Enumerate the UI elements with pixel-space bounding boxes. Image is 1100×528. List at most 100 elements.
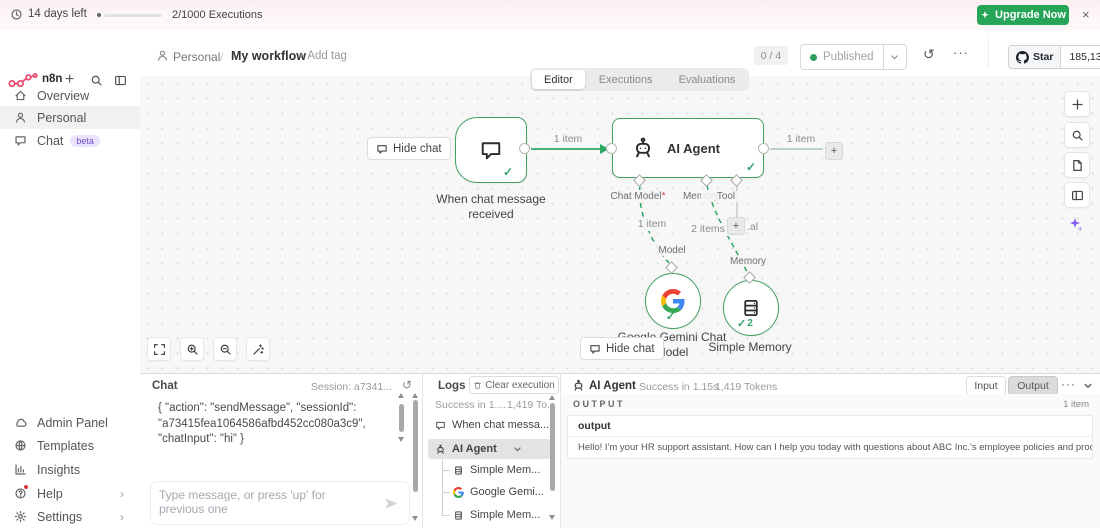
reset-session-icon[interactable]: ↺ xyxy=(402,378,412,392)
upgrade-now-button[interactable]: Upgrade Now xyxy=(977,5,1069,25)
search-nodes-button[interactable] xyxy=(1064,122,1090,148)
toggle-panel-button[interactable] xyxy=(1064,182,1090,208)
log-entry-gemini[interactable]: Google Gemi... xyxy=(453,486,544,498)
sidebar-item-personal[interactable]: Personal xyxy=(0,106,140,129)
more-options-icon[interactable]: ··· xyxy=(953,45,969,60)
node-label-memory: Simple Memory xyxy=(708,340,792,354)
github-star-widget[interactable]: Star 185,130 xyxy=(1008,45,1100,69)
sidebar-item-overview[interactable]: Overview xyxy=(0,84,140,107)
logs-panel: Logs Clear execution Success in 1.... 1,… xyxy=(422,373,560,528)
fit-view-icon xyxy=(153,343,166,356)
scroll-down-arrow[interactable] xyxy=(398,437,404,442)
collapse-panel-icon[interactable] xyxy=(1083,381,1093,391)
sidebar-item-label: Settings xyxy=(37,509,83,524)
logs-summary-tokens: 1,419 To... xyxy=(507,399,556,411)
robot-icon xyxy=(631,136,655,160)
zoom-out-button[interactable] xyxy=(213,337,237,361)
trial-clock-icon xyxy=(10,8,23,21)
sidebar-item-label: Personal xyxy=(37,110,87,125)
published-toggle[interactable]: Published xyxy=(800,44,907,70)
log-entry-trigger[interactable]: When chat messa... xyxy=(435,419,549,431)
plus-icon: + xyxy=(732,220,740,232)
upgrade-label: Upgrade Now xyxy=(995,9,1066,21)
globe-icon xyxy=(14,439,27,452)
github-star-button[interactable]: Star xyxy=(1009,46,1062,68)
zoom-to-fit-button[interactable] xyxy=(147,337,171,361)
output-port[interactable] xyxy=(519,143,530,154)
n8n-app-window: 14 days left 2/1000 Executions Upgrade N… xyxy=(0,0,1100,528)
chat-input-box[interactable] xyxy=(150,481,410,525)
sidebar: n8n + Overview Personal Chat beta Admin … xyxy=(0,30,141,528)
output-panel: AI Agent Success in 1.15s 1,419 Tokens I… xyxy=(560,373,1100,528)
sidebar-item-chat[interactable]: Chat beta xyxy=(0,129,140,152)
output-port[interactable] xyxy=(758,143,769,154)
scroll-up-arrow[interactable] xyxy=(398,393,404,398)
add-node-button[interactable]: + xyxy=(825,142,843,160)
sidebar-item-admin-panel[interactable]: Admin Panel xyxy=(0,411,140,434)
scroll-down-arrow[interactable] xyxy=(549,515,555,520)
add-sticky-note-button[interactable] xyxy=(1064,152,1090,178)
workflow-name[interactable]: My workflow xyxy=(231,49,306,63)
tab-evaluations[interactable]: Evaluations xyxy=(667,70,748,89)
plus-icon xyxy=(1071,98,1084,111)
sidebar-item-label: Admin Panel xyxy=(37,415,108,430)
input-tab-button[interactable]: Input xyxy=(966,376,1006,396)
log-entry-memory-2[interactable]: Simple Mem... xyxy=(453,509,540,521)
zoom-in-button[interactable] xyxy=(180,337,204,361)
port-label-tool: Tool xyxy=(701,191,751,202)
input-port[interactable] xyxy=(606,143,617,154)
send-icon[interactable] xyxy=(384,496,399,511)
tidy-up-button[interactable] xyxy=(246,337,270,361)
history-icon[interactable]: ↺ xyxy=(923,46,935,63)
sidebar-item-label: Templates xyxy=(37,438,94,453)
node-chat-trigger[interactable] xyxy=(455,117,527,183)
log-entry-ai-agent[interactable]: AI Agent xyxy=(428,439,551,459)
add-tag-button[interactable]: + Add tag xyxy=(298,50,347,62)
banner-close-icon[interactable]: × xyxy=(1082,7,1090,22)
scroll-down-arrow[interactable] xyxy=(412,516,418,521)
chevron-right-icon: › xyxy=(120,486,124,501)
run-count-badge: ✓ 2 xyxy=(737,317,753,330)
notification-dot xyxy=(24,485,28,489)
required-asterisk: * xyxy=(661,191,666,202)
add-node-toolbar-button[interactable] xyxy=(1064,91,1090,117)
breadcrumb-project[interactable]: Personal xyxy=(173,50,220,64)
sparkles-icon xyxy=(1068,216,1084,232)
add-tool-button[interactable]: + xyxy=(727,217,745,235)
panel-icon xyxy=(1071,189,1084,202)
run-count: 2 xyxy=(747,318,753,329)
clear-execution-button[interactable]: Clear execution xyxy=(469,376,559,394)
log-entry-label: Google Gemi... xyxy=(470,486,544,498)
plus-icon: + xyxy=(830,145,838,157)
tree-connector-stub xyxy=(442,492,450,493)
success-check-icon: ✓ xyxy=(503,165,514,179)
sidebar-item-label: Help xyxy=(37,486,63,501)
chat-message-input[interactable] xyxy=(159,488,369,520)
tab-executions[interactable]: Executions xyxy=(587,70,665,89)
scrollbar-thumb[interactable] xyxy=(413,400,418,492)
database-icon xyxy=(740,297,762,319)
ai-assistant-button[interactable] xyxy=(1064,212,1088,236)
database-icon xyxy=(453,510,464,521)
output-cell-value: Hello! I'm your HR support assistant. Ho… xyxy=(578,442,1092,453)
hide-chat-button[interactable]: Hide chat xyxy=(367,137,451,160)
scrollbar-thumb[interactable] xyxy=(550,403,555,491)
node-ai-agent[interactable]: AI Agent xyxy=(612,118,764,178)
published-dropdown[interactable] xyxy=(882,45,906,69)
sidebar-item-insights[interactable]: Insights xyxy=(0,458,140,481)
scrollbar-thumb[interactable] xyxy=(399,404,404,432)
tab-editor[interactable]: Editor xyxy=(532,70,585,89)
sidebar-item-settings[interactable]: Settings › xyxy=(0,505,140,528)
edge-label: 2 items xyxy=(686,223,730,236)
more-options-icon[interactable]: ··· xyxy=(1061,377,1076,391)
scroll-up-arrow[interactable] xyxy=(412,393,418,398)
scroll-up-arrow[interactable] xyxy=(549,395,555,400)
sidebar-item-help[interactable]: Help › xyxy=(0,482,140,505)
output-section-title: OUTPUT xyxy=(573,399,625,409)
cloud-icon xyxy=(14,416,27,429)
hide-chat-button-logs[interactable]: Hide chat xyxy=(580,337,664,360)
edge-label: 1 item xyxy=(630,218,674,231)
output-tab-button[interactable]: Output xyxy=(1008,376,1058,396)
log-entry-memory[interactable]: Simple Mem... xyxy=(453,464,540,476)
sidebar-item-templates[interactable]: Templates xyxy=(0,434,140,457)
